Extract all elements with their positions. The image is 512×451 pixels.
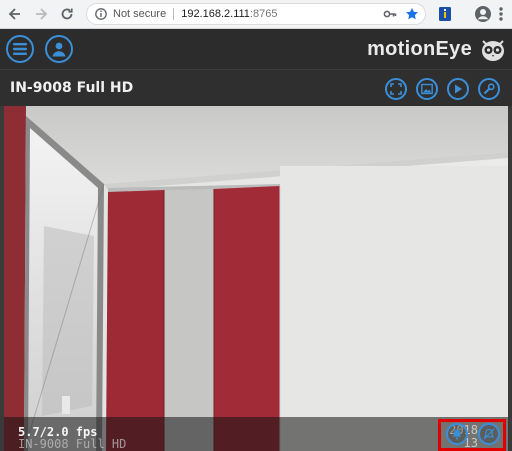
- browser-toolbar: Not secure 192.168.2.111:8765: [0, 0, 512, 29]
- reload-icon: [61, 8, 73, 20]
- info-icon[interactable]: [95, 8, 107, 20]
- picture-icon: [421, 83, 433, 95]
- arrow-left-icon: [8, 8, 20, 20]
- address-bar[interactable]: Not secure 192.168.2.111:8765: [86, 3, 426, 25]
- fullscreen-icon: [390, 83, 402, 95]
- camera-image: [4, 106, 508, 451]
- osd-camera-name: IN-9008 Full HD: [18, 437, 127, 451]
- main-menu-button[interactable]: [6, 35, 34, 63]
- app-brand: motionEye: [367, 38, 472, 60]
- user-button[interactable]: [45, 35, 73, 63]
- extension-icon: [439, 7, 451, 21]
- camera-frame: IN-9008 Full HD 5.7/2.0 fps IN-9008 Full…: [0, 70, 512, 451]
- divider: [173, 8, 175, 20]
- settings-button[interactable]: [478, 78, 500, 100]
- camera-top-bar: IN-9008 Full HD: [0, 70, 512, 106]
- back-button[interactable]: [6, 5, 24, 23]
- wrench-icon: [483, 83, 495, 95]
- arrow-right-icon: [36, 8, 48, 20]
- account-button[interactable]: [474, 5, 492, 23]
- pictures-button[interactable]: [416, 78, 438, 100]
- fullscreen-button[interactable]: [385, 78, 407, 100]
- account-icon: [475, 6, 491, 22]
- hamburger-icon: [13, 43, 27, 55]
- browser-menu-button[interactable]: [496, 5, 512, 23]
- movies-button[interactable]: [447, 78, 469, 100]
- url-port: :8765: [249, 8, 278, 20]
- camera-name: IN-9008 Full HD: [10, 80, 134, 96]
- owl-logo: [482, 40, 504, 61]
- security-label: Not secure: [113, 8, 167, 20]
- user-icon: [52, 42, 66, 57]
- camera-video-feed[interactable]: 5.7/2.0 fps IN-9008 Full HD 2018 13: [4, 106, 508, 451]
- play-icon: [455, 84, 462, 94]
- extension-button[interactable]: [436, 5, 454, 23]
- app-header: motionEye: [0, 29, 512, 70]
- reload-button[interactable]: [58, 5, 76, 23]
- star-icon[interactable]: [405, 7, 419, 21]
- key-icon[interactable]: [383, 7, 397, 21]
- kebab-menu-icon: [499, 7, 503, 21]
- forward-button[interactable]: [32, 5, 50, 23]
- url-host: 192.168.2.111: [181, 8, 250, 20]
- highlight-box: [438, 419, 506, 451]
